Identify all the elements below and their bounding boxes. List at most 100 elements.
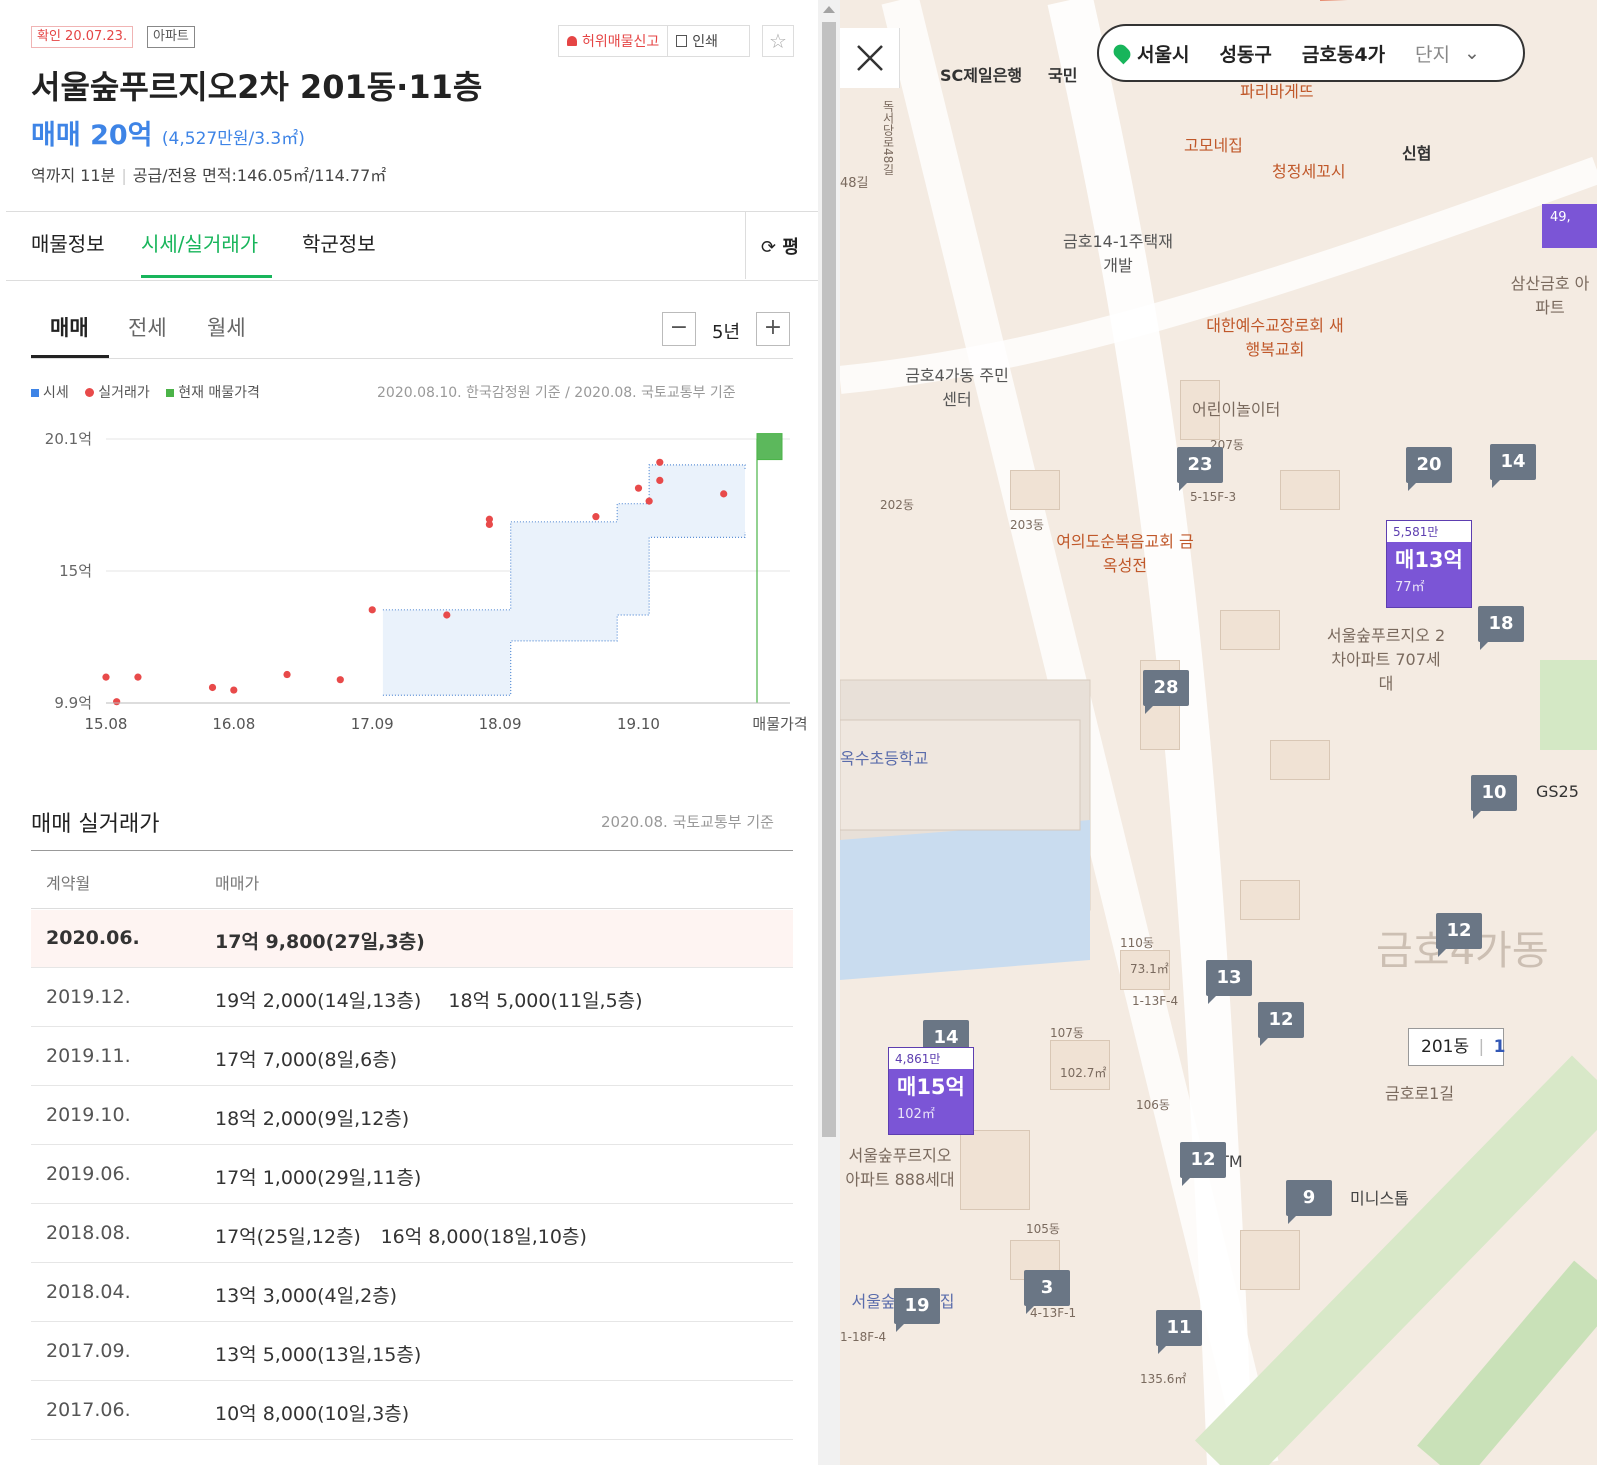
close-map-button[interactable] (840, 28, 900, 88)
map-place[interactable]: 삼산금호 아파트 (1510, 270, 1590, 318)
map-place[interactable]: 신협 (1402, 140, 1431, 164)
scrollbar-thumb[interactable] (822, 22, 836, 1137)
tab-listing-info[interactable]: 매물정보 (31, 228, 105, 257)
map-view[interactable]: SC제일은행 국민 파리바게뜨 고모네집 청정세꼬시 신협 금호14-1주택재개… (840, 0, 1597, 1465)
map-count-marker[interactable]: 28 (1143, 670, 1189, 714)
map-count-marker[interactable]: 12 (1436, 913, 1482, 957)
scroll-up-arrow-icon[interactable] (823, 6, 835, 13)
market-band (382, 464, 745, 696)
x-tick-label: 18.09 (479, 715, 522, 733)
map-place[interactable]: 서울숲푸르지오 2차아파트 707세대 (1326, 622, 1446, 694)
price-per-area: (4,527만원/3.3㎡) (161, 129, 305, 149)
selected-building-label: 201동 (1421, 1037, 1470, 1057)
map-place[interactable]: 옥수초등학교 (840, 745, 928, 769)
bldg-label: 5-15F-3 (1190, 490, 1237, 504)
price-marker-area: 102㎡ (897, 1107, 935, 1122)
map-place[interactable]: 고모네집 (1184, 132, 1243, 156)
row-price: 18억 2,000(9일,12층) (215, 1108, 410, 1130)
period-value: 5년 (712, 322, 741, 343)
map-place[interactable]: 서울숲푸르지오 아파트 888세대 (840, 1142, 960, 1190)
map-place[interactable]: 청정세꼬시 (1272, 158, 1346, 182)
y-tick-label: 20.1억 (45, 430, 92, 448)
map-place[interactable]: SC제일은행 (940, 62, 1022, 86)
period-plus-button[interactable]: + (756, 312, 790, 346)
chart-legend: 시세 실거래가 현재 매물가격 (31, 382, 260, 402)
map-count-marker[interactable]: 14 (1490, 444, 1536, 488)
map-count-marker[interactable]: 10 (1471, 775, 1517, 819)
subtab-jeonse[interactable]: 전세 (128, 312, 167, 342)
price-marker-top: 4,861만 (889, 1048, 973, 1069)
bldg-label: 203동 (1010, 518, 1044, 532)
scrollbar[interactable] (818, 0, 840, 1465)
row-price: 19억 2,000(14일,13층) (215, 990, 422, 1012)
map-place: 독서당로48길 (881, 100, 895, 176)
bldg-label: 73.1㎡ (1130, 962, 1169, 976)
map-count-marker[interactable]: 12 (1180, 1142, 1226, 1186)
tab-market-price[interactable]: 시세/실거래가 (141, 228, 258, 257)
map-count-marker[interactable]: 11 (1156, 1310, 1202, 1354)
map-place: 48길 (840, 176, 869, 191)
row-date: 2017.06. (46, 1399, 131, 1421)
info-row: 역까지 11분 | 공급/전용 면적:146.05㎡/114.77㎡ (31, 166, 387, 185)
table-row: 2019.10. 18억 2,000(9일,12층) (31, 1087, 793, 1145)
breadcrumb-dong[interactable]: 금호동4가 (1302, 40, 1385, 67)
type-badge: 아파트 (147, 26, 195, 48)
table-row: 2017.09. 13억 5,000(13일,15층) (31, 1323, 793, 1381)
col-price-header: 매매가 (215, 874, 260, 893)
trade-point (368, 606, 376, 614)
map-place[interactable]: 금호14-1주택재개발 (1058, 228, 1178, 276)
price-marker[interactable]: 4,861만 매15억 102㎡ (888, 1047, 974, 1135)
map-count-marker[interactable]: 13 (1206, 960, 1252, 1004)
map-place[interactable]: 여의도순복음교회 금옥성전 (1050, 528, 1200, 576)
chart-source: 2020.08.10. 한국감정원 기준 / 2020.08. 국토교통부 기준 (377, 385, 736, 401)
location-breadcrumb[interactable]: 서울시 성동구 금호동4가 단지 ⌄ (1097, 24, 1525, 82)
refresh-icon: ⟳ (761, 237, 777, 258)
report-button[interactable]: 허위매물신고 (559, 26, 669, 56)
minus-icon: − (669, 315, 689, 340)
breadcrumb-city[interactable]: 서울시 (1137, 40, 1189, 67)
map-count-marker[interactable]: 20 (1406, 447, 1452, 491)
map-count-marker[interactable]: 19 (894, 1288, 940, 1332)
selected-building-count: 1 (1493, 1037, 1506, 1057)
subtab-sale[interactable]: 매매 (50, 312, 89, 342)
favorite-button[interactable]: ☆ (762, 25, 794, 57)
row-date: 2019.12. (46, 986, 131, 1008)
x-tick-label: 16.08 (212, 715, 255, 733)
close-icon (857, 45, 883, 71)
price-marker[interactable]: 49, (1542, 204, 1597, 248)
map-place[interactable]: 대한예수교장로회 새행복교회 (1200, 312, 1350, 360)
trade-point (113, 698, 121, 706)
map-place[interactable]: 금호4가동 주민센터 (902, 362, 1012, 410)
period-minus-button[interactable]: − (662, 312, 696, 346)
map-count-marker[interactable]: 18 (1478, 606, 1524, 650)
x-tick-label: 17.09 (351, 715, 394, 733)
map-place[interactable]: GS25 (1536, 782, 1579, 801)
map-place[interactable]: 국민 (1048, 62, 1077, 86)
map-count-marker[interactable]: 23 (1177, 447, 1223, 491)
map-count-marker[interactable]: 3 (1024, 1270, 1070, 1314)
legend-market: 시세 (43, 385, 69, 401)
price-marker[interactable]: 5,581만 매13억 77㎡ (1386, 520, 1472, 608)
unit-toggle-button[interactable]: ⟳ 평 (761, 233, 799, 259)
y-tick-label: 9.9억 (54, 694, 92, 712)
plus-icon: + (763, 315, 783, 340)
table-row: 2017.06. 10억 8,000(10일,3층) (31, 1382, 793, 1440)
map-count-marker[interactable]: 12 (1258, 1002, 1304, 1046)
tab-school-info[interactable]: 학군정보 (302, 228, 376, 257)
breadcrumb-district[interactable]: 성동구 (1219, 40, 1271, 67)
map-place[interactable]: 미니스톱 (1350, 1185, 1409, 1209)
price-marker-price: 매13억 (1395, 548, 1463, 572)
print-button[interactable]: 인쇄 (668, 26, 726, 56)
divider (31, 850, 793, 851)
trade-point (230, 686, 238, 694)
trade-point (283, 670, 291, 679)
selected-building-tag[interactable]: 201동 | 1 (1408, 1028, 1506, 1066)
map-place[interactable]: 어린이놀이터 (1192, 396, 1280, 420)
breadcrumb-complex[interactable]: 단지 (1415, 40, 1450, 67)
map-count-marker[interactable]: 9 (1286, 1180, 1332, 1224)
subtab-monthly[interactable]: 월세 (207, 312, 246, 342)
report-label: 허위매물신고 (582, 34, 660, 50)
siren-icon (567, 36, 577, 46)
listing-title: 서울숲푸르지오2차 201동·11층 (31, 68, 483, 106)
legend-listing-swatch (166, 389, 175, 397)
